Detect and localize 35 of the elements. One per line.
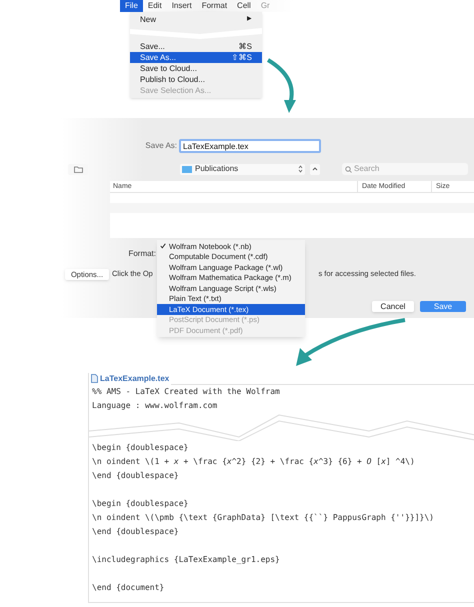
code-line: \begin {doublespace} bbox=[91, 442, 188, 454]
menu-item[interactable]: Publish to Cloud... bbox=[130, 74, 262, 85]
code-line: \includegraphics {LaTexExample_gr1.eps} bbox=[91, 554, 280, 566]
cancel-button[interactable]: Cancel bbox=[372, 300, 414, 312]
filename-field[interactable]: LaTexExample.tex bbox=[179, 139, 321, 153]
document-icon bbox=[91, 374, 98, 383]
menu-item[interactable]: Save to Cloud... bbox=[130, 63, 262, 74]
format-label: Format: bbox=[127, 248, 156, 260]
code-line: \end {doublespace} bbox=[91, 526, 179, 538]
code-line: \n oindent \(\pmb {\text {GraphData} [\text {{``} PappusGraph {''}}]}\) bbox=[91, 512, 434, 524]
code-line: \begin {doublespace} bbox=[91, 498, 188, 510]
search-field[interactable]: Search bbox=[342, 163, 468, 175]
search-icon bbox=[345, 166, 352, 172]
folder-icon bbox=[182, 166, 192, 172]
menu-bar-item[interactable]: Cell bbox=[232, 0, 256, 12]
menu-bar-item[interactable]: Edit bbox=[142, 0, 167, 12]
menu-bar-item[interactable]: Format bbox=[196, 0, 232, 12]
location-popup[interactable]: Publications bbox=[180, 164, 305, 174]
menu-bar-item[interactable]: File bbox=[120, 0, 143, 12]
menu-bar-item[interactable]: Insert bbox=[166, 0, 197, 12]
code-line: Language : www.wolfram.com bbox=[91, 400, 218, 412]
chevron-up-icon bbox=[312, 167, 318, 171]
code-line: \end {doublespace} bbox=[91, 470, 179, 482]
stepper-icon bbox=[298, 165, 303, 173]
code-line: \end {document} bbox=[91, 582, 164, 594]
folder-icon bbox=[74, 166, 82, 172]
curved-arrow bbox=[266, 58, 296, 113]
document-title: LaTexExample.tex bbox=[100, 372, 170, 384]
code-line: %% AMS - LaTeX Created with the Wolfram bbox=[91, 386, 280, 398]
code-line: \n oindent \(1 + x + \frac {x^2} {2} + \frac {x^3} {6} + O [x] ^4\) bbox=[91, 456, 415, 468]
up-button[interactable] bbox=[310, 164, 320, 174]
checkmark-icon bbox=[160, 243, 166, 250]
save-as-label: Save As: bbox=[144, 140, 177, 152]
menu-item[interactable]: Save As... ⇧⌘S bbox=[130, 52, 262, 63]
menu-item[interactable]: Save... ⌘S bbox=[130, 41, 262, 52]
